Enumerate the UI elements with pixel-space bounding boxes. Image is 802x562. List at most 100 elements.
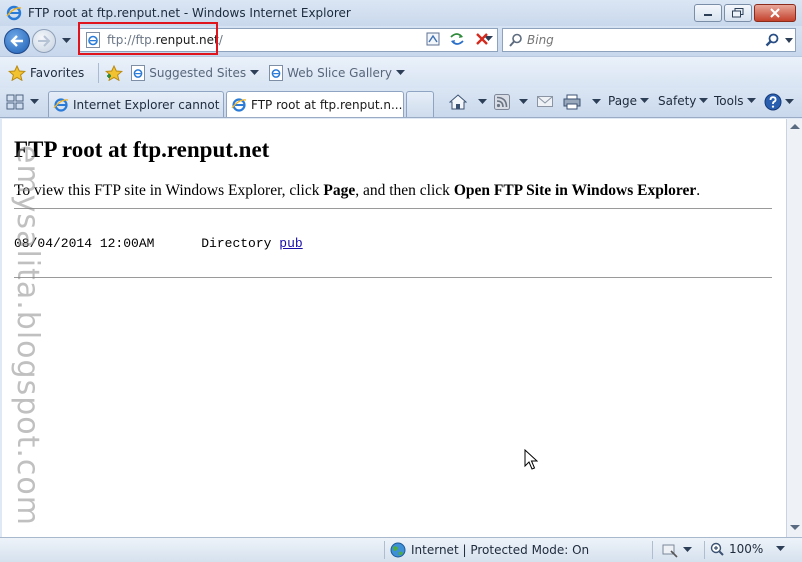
minimize-icon	[704, 14, 712, 16]
restore-button[interactable]	[724, 4, 752, 22]
tab-ftp-root[interactable]: FTP root at ftp.renput.n...	[226, 91, 404, 117]
forward-button[interactable]	[32, 29, 56, 53]
title-bar: FTP root at ftp.renput.net - Windows Int…	[0, 0, 802, 26]
close-window-button[interactable]	[754, 4, 796, 22]
chevron-down-icon	[640, 98, 650, 103]
search-input[interactable]	[527, 33, 747, 47]
ie-logo-icon	[6, 5, 22, 21]
tab-internet-explorer-cannot-display[interactable]: Internet Explorer cannot di...	[48, 91, 224, 117]
read-mail-button[interactable]	[537, 94, 553, 108]
web-slice-gallery-button[interactable]: Web Slice Gallery	[269, 64, 405, 81]
watermark-text: emysalita.blogspot.com	[10, 145, 45, 526]
print-button[interactable]	[563, 94, 601, 110]
favorites-button[interactable]: Favorites	[8, 64, 85, 81]
page-content: FTP root at ftp.renput.net To view this …	[2, 119, 786, 537]
add-to-favorites-bar-button[interactable]	[105, 64, 124, 81]
directory-listing-row: 08/04/2014 12:00AM Directory pub	[14, 236, 303, 251]
quick-tabs-group	[6, 94, 39, 110]
pop-up-blocker-status[interactable]	[662, 542, 692, 558]
safety-menu-button[interactable]: Safety	[658, 94, 709, 108]
zoom-level: 100%	[729, 542, 764, 556]
feeds-button[interactable]	[494, 94, 528, 110]
chevron-down-icon	[776, 546, 786, 551]
url-suffix: /	[218, 33, 223, 47]
add-favorite-star-icon	[105, 64, 124, 81]
close-icon	[770, 8, 780, 18]
zoom-control[interactable]: 100%	[710, 542, 786, 556]
suggested-sites-button[interactable]: Suggested Sites	[131, 64, 260, 81]
compatibility-view-button[interactable]	[423, 29, 443, 49]
chevron-down-icon	[61, 38, 71, 43]
status-divider	[652, 541, 653, 559]
home-icon	[449, 94, 467, 110]
refresh-icon	[450, 33, 464, 45]
chevron-down-icon	[699, 98, 709, 103]
page-menu-button[interactable]: Page	[608, 94, 650, 108]
page-icon	[86, 32, 100, 48]
directory-link-pub[interactable]: pub	[279, 236, 302, 251]
page-menu-label: Page	[608, 94, 638, 108]
safety-menu-label: Safety	[658, 94, 697, 108]
printer-icon	[563, 94, 581, 110]
mouse-cursor-icon	[524, 449, 538, 470]
recent-pages-dropdown[interactable]	[60, 35, 72, 47]
web-slice-gallery-label: Web Slice Gallery	[287, 65, 392, 80]
home-button[interactable]	[449, 94, 487, 110]
chevron-down-icon	[785, 99, 794, 104]
navigation-bar: ftp://ftp.renput.net/	[0, 26, 802, 56]
chevron-down-icon	[250, 69, 260, 75]
tab-label: FTP root at ftp.renput.n...	[251, 97, 403, 112]
suggested-sites-label: Suggested Sites	[149, 65, 247, 80]
popup-icon	[662, 544, 678, 558]
search-icon[interactable]	[765, 33, 779, 47]
instruction-middle: , and then click	[355, 182, 454, 199]
chevron-down-icon	[519, 99, 528, 104]
ie-page-icon	[269, 64, 284, 81]
mail-icon	[537, 96, 553, 107]
favorites-label: Favorites	[30, 65, 85, 80]
scroll-up-icon[interactable]	[790, 124, 800, 130]
instruction-prefix: To view this FTP site in Windows Explore…	[14, 182, 324, 199]
zone-text: Internet | Protected Mode: On	[411, 543, 590, 557]
security-zone[interactable]: Internet | Protected Mode: On	[390, 542, 589, 558]
minimize-button[interactable]	[694, 4, 722, 22]
tab-bar: Internet Explorer cannot di... FTP root …	[0, 88, 802, 118]
stop-button[interactable]	[472, 29, 492, 49]
address-url[interactable]: ftp://ftp.renput.net/	[107, 33, 223, 47]
search-box[interactable]	[502, 28, 796, 52]
listing-type: Directory	[201, 236, 272, 251]
divider-top	[14, 208, 772, 209]
quick-tabs-icon[interactable]	[6, 94, 24, 110]
chevron-down-icon	[592, 99, 601, 104]
url-prefix: ftp://ftp.	[107, 33, 156, 47]
tab-list-dropdown-icon[interactable]	[30, 99, 39, 105]
instruction-page-word: Page	[323, 182, 356, 199]
instruction-action: Open FTP Site in Windows Explorer	[453, 182, 697, 199]
tools-menu-button[interactable]: Tools	[714, 94, 756, 108]
compatibility-icon	[426, 32, 440, 46]
vertical-scrollbar[interactable]	[786, 119, 802, 537]
zoom-icon	[710, 542, 724, 556]
url-domain: renput.net	[155, 33, 219, 47]
stop-icon	[476, 33, 488, 45]
star-icon	[8, 64, 26, 81]
page-heading: FTP root at ftp.renput.net	[14, 137, 270, 162]
rss-feed-icon	[494, 94, 510, 110]
new-tab-button[interactable]	[406, 91, 434, 117]
instruction-end: .	[696, 182, 701, 199]
back-button[interactable]	[4, 28, 30, 54]
help-button[interactable]	[764, 93, 794, 111]
restore-icon	[732, 8, 744, 18]
window-controls	[694, 4, 796, 22]
search-options-icon[interactable]	[785, 38, 793, 43]
favorites-bar: Favorites Suggested Sites Web Slice Gall…	[0, 56, 802, 88]
refresh-button[interactable]	[447, 29, 467, 49]
ie-page-icon	[131, 64, 146, 81]
scroll-down-icon[interactable]	[790, 525, 800, 531]
help-icon	[764, 93, 782, 111]
status-divider	[704, 541, 705, 559]
ie-logo-icon	[231, 97, 247, 112]
forward-arrow-icon	[38, 35, 51, 47]
chevron-down-icon	[478, 99, 487, 104]
search-provider-icon	[509, 33, 522, 47]
